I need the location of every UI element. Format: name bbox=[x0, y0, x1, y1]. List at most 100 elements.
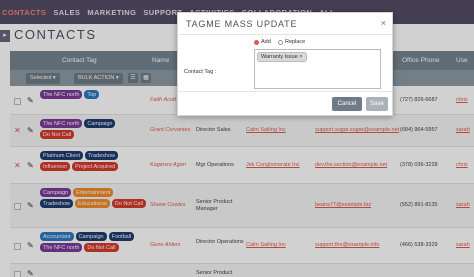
column-header-user[interactable]: Use bbox=[456, 51, 468, 70]
bulk-action-button[interactable]: BULK ACTION ▾ bbox=[74, 73, 123, 84]
column-header-contact-tag[interactable]: Contact Tag bbox=[62, 51, 97, 70]
assigned-user-link[interactable]: chris bbox=[456, 162, 468, 169]
radio-add-label: Add bbox=[261, 39, 271, 45]
selected-label: Selected bbox=[30, 75, 52, 81]
assigned-user-link[interactable]: sarah bbox=[456, 202, 470, 209]
row-checkbox[interactable] bbox=[14, 243, 21, 250]
contact-name-link[interactable]: Gene Ahlers bbox=[150, 242, 180, 249]
email-link[interactable]: support.the@example.info bbox=[315, 242, 379, 249]
assigned-user-link[interactable]: sarah bbox=[456, 242, 470, 249]
tag-badge[interactable]: Do Not Call bbox=[40, 130, 75, 139]
tag-badge[interactable]: Campaign bbox=[84, 119, 116, 128]
remove-icon[interactable]: ✕ bbox=[14, 162, 21, 170]
contact-tags: The NFC north Campaign Do Not Call bbox=[40, 119, 146, 139]
email-link[interactable]: beans77@example.biz bbox=[315, 202, 371, 209]
tag-badge[interactable]: Influencer bbox=[40, 162, 71, 171]
account-link[interactable]: Jek Conglomerate Inc bbox=[246, 162, 300, 169]
row-checkbox[interactable] bbox=[14, 203, 21, 210]
contact-tag-input[interactable]: Warranty Issue × bbox=[254, 49, 381, 89]
left-rail bbox=[0, 24, 10, 277]
tagme-mass-update-dialog: TAGME MASS UPDATE × Add Replace Contact … bbox=[177, 12, 393, 116]
contact-tags: Accountant Campaign Football The NFC north D… bbox=[40, 232, 146, 252]
tag-badge[interactable]: Campaign bbox=[40, 188, 72, 197]
contact-tag-label: Contact Tag : bbox=[184, 69, 217, 75]
office-phone: (727) 826-6687 bbox=[400, 97, 438, 103]
page-title: CONTACTS bbox=[14, 27, 97, 42]
edit-pencil-icon[interactable]: ✎ bbox=[27, 202, 34, 210]
tag-badge[interactable]: Platinum Client bbox=[40, 151, 83, 160]
tag-badge[interactable]: Project Acquired bbox=[72, 162, 119, 171]
contact-title: Senior Product Manager bbox=[196, 199, 233, 212]
divider bbox=[178, 91, 392, 92]
nav-item-contacts[interactable]: CONTACTS bbox=[2, 8, 46, 17]
tag-badge[interactable]: The NFC north bbox=[40, 243, 83, 252]
table-row[interactable]: ✎ Campaign Entertainment Tradeshow Education… bbox=[10, 184, 474, 228]
contact-name-link[interactable]: Shane Cowles bbox=[150, 202, 185, 209]
email-link[interactable]: dev.the.section@example.net bbox=[315, 162, 387, 169]
account-link[interactable]: Calm Sailing Inc bbox=[246, 242, 286, 249]
edit-pencil-icon[interactable]: ✎ bbox=[27, 97, 34, 105]
contact-tags: Campaign Entertainment Tradeshow Educationa… bbox=[40, 188, 146, 208]
bulk-action-label: BULK ACTION bbox=[78, 75, 115, 81]
tag-badge[interactable]: Do Not Call bbox=[84, 243, 119, 252]
office-phone: (552) 891-8135 bbox=[400, 202, 438, 208]
contact-name-link[interactable]: Kagenzo Agon bbox=[150, 162, 186, 169]
tag-badge[interactable]: Accountant bbox=[40, 232, 74, 241]
account-link[interactable]: Calm Sailing Inc bbox=[246, 127, 286, 134]
tag-badge[interactable]: Educational bbox=[75, 199, 110, 208]
radio-selected-icon bbox=[254, 39, 259, 45]
contact-title: Senior Product bbox=[196, 270, 233, 276]
cancel-button[interactable]: Cancel bbox=[332, 97, 362, 111]
tag-badge[interactable]: The NFC north bbox=[40, 90, 83, 99]
contact-tags: The NFC north Top bbox=[40, 90, 146, 99]
table-row[interactable]: ✎ Senior Product bbox=[10, 264, 474, 277]
contact-tags: Platinum Client Tradeshow Influencer Projec… bbox=[40, 151, 146, 171]
columns-icon[interactable]: ▦ bbox=[141, 73, 151, 83]
tag-badge[interactable]: Tradeshow bbox=[40, 199, 74, 208]
assigned-user-link[interactable]: sarah bbox=[456, 127, 470, 134]
dialog-title: TAGME MASS UPDATE bbox=[186, 19, 298, 29]
email-link[interactable]: support.sugar.sugar@example.net bbox=[315, 127, 399, 134]
selected-dropdown[interactable]: Selected ▾ bbox=[26, 73, 60, 84]
divider bbox=[178, 34, 392, 35]
table-row[interactable]: ✎ Accountant Campaign Football The NFC north… bbox=[10, 228, 474, 264]
table-row[interactable]: ✕ ✎ Platinum Client Tradeshow Influencer Proj… bbox=[10, 147, 474, 184]
contact-name-link[interactable]: Grant Cervantes bbox=[150, 127, 190, 134]
radio-unselected-icon bbox=[278, 39, 283, 45]
save-button[interactable]: Save bbox=[366, 97, 388, 111]
edit-pencil-icon[interactable]: ✎ bbox=[27, 242, 34, 250]
edit-pencil-icon[interactable]: ✎ bbox=[27, 270, 34, 277]
assigned-user-link[interactable]: chris bbox=[456, 97, 468, 104]
contact-title: Mgr Operations bbox=[196, 162, 234, 168]
office-phone: (378) 036-3228 bbox=[400, 162, 438, 168]
tag-badge[interactable]: Do Not Call bbox=[111, 199, 146, 208]
tag-chip[interactable]: Warranty Issue × bbox=[257, 52, 307, 62]
office-phone: (684) 964-5957 bbox=[400, 127, 438, 133]
contact-title: Director Sales bbox=[196, 127, 231, 133]
contact-title: Director Operations bbox=[196, 239, 244, 245]
tag-badge[interactable]: Football bbox=[108, 232, 135, 241]
tag-badge[interactable]: The NFC north bbox=[40, 119, 83, 128]
office-phone: (466) 538-3329 bbox=[400, 242, 438, 248]
radio-replace[interactable]: Replace bbox=[278, 39, 305, 45]
column-header-name[interactable]: Name bbox=[152, 51, 169, 70]
edit-pencil-icon[interactable]: ✎ bbox=[27, 162, 34, 170]
tag-badge[interactable]: Entertainment bbox=[73, 188, 114, 197]
filter-icon[interactable]: ☰ bbox=[128, 73, 138, 83]
tag-badge[interactable]: Campaign bbox=[75, 232, 107, 241]
nav-item-marketing[interactable]: MARKETING bbox=[87, 8, 136, 17]
column-header-office-phone[interactable]: Office Phone bbox=[402, 51, 439, 70]
row-checkbox[interactable] bbox=[14, 98, 21, 105]
edit-pencil-icon[interactable]: ✎ bbox=[27, 127, 34, 135]
radio-add[interactable]: Add bbox=[254, 39, 271, 45]
table-row[interactable]: ✕ ✎ The NFC north Campaign Do Not Call Grant … bbox=[10, 115, 474, 147]
radio-replace-label: Replace bbox=[285, 39, 306, 45]
sidebar-toggle-icon[interactable]: ▸ bbox=[0, 30, 10, 42]
contact-name-link[interactable]: Faith Acott bbox=[150, 97, 176, 104]
row-checkbox[interactable] bbox=[14, 271, 21, 277]
nav-item-sales[interactable]: SALES bbox=[53, 8, 80, 17]
tag-badge[interactable]: Tradeshow bbox=[85, 151, 119, 160]
close-icon[interactable]: × bbox=[381, 18, 386, 28]
remove-icon[interactable]: ✕ bbox=[14, 127, 21, 135]
tag-badge[interactable]: Top bbox=[84, 90, 100, 99]
